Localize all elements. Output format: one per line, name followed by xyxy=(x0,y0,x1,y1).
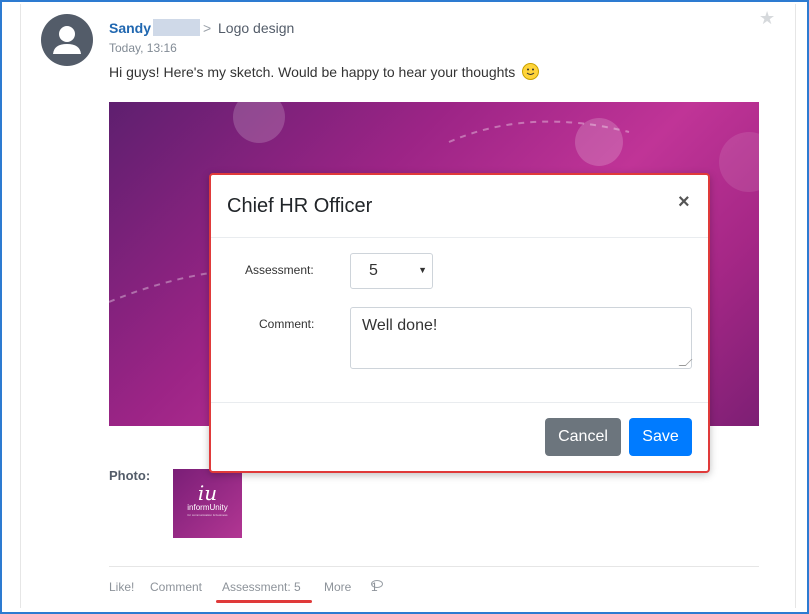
user-silhouette-icon xyxy=(53,26,81,54)
thumbnail-brand: informUnity xyxy=(187,503,228,512)
divider xyxy=(109,566,759,567)
author-name[interactable]: Sandy xyxy=(109,20,151,36)
chevron-right-icon: > xyxy=(203,20,212,36)
star-icon[interactable]: ★ xyxy=(759,8,775,29)
dialog-footer-divider xyxy=(211,402,708,403)
dialog-header-divider xyxy=(211,237,708,238)
cancel-button[interactable]: Cancel xyxy=(545,418,621,456)
post-message: Hi guys! Here's my sketch. Would be happ… xyxy=(109,63,540,80)
assessment-highlight xyxy=(216,600,312,603)
resize-handle-icon[interactable] xyxy=(678,359,693,366)
comment-link[interactable]: Comment xyxy=(150,580,202,594)
redacted-name xyxy=(153,19,200,36)
post-destination[interactable]: Logo design xyxy=(218,20,294,36)
smile-emoji-icon xyxy=(522,63,540,80)
save-button[interactable]: Save xyxy=(629,418,692,456)
assessment-select-value: 5 xyxy=(369,262,378,279)
assessment-select[interactable]: 5 ▼ xyxy=(350,253,433,289)
more-link[interactable]: More xyxy=(324,580,351,594)
dialog-title: Chief HR Officer xyxy=(227,195,373,217)
thumbnail-tagline: for communication & business xyxy=(187,513,228,517)
assessment-label: Assessment: xyxy=(245,263,314,277)
assessment-dialog: Chief HR Officer × Assessment: 5 ▼ Comme… xyxy=(209,173,710,473)
post-message-text: Hi guys! Here's my sketch. Would be happ… xyxy=(109,64,516,80)
photo-label: Photo: xyxy=(109,468,151,483)
photo-thumbnail[interactable]: iu informUnity for communication & busin… xyxy=(173,469,242,538)
comment-label: Comment: xyxy=(259,317,315,331)
comment-textarea-value: Well done! xyxy=(362,317,438,334)
post-timestamp: Today, 13:16 xyxy=(109,41,177,55)
view-count-value: 1 xyxy=(371,580,378,594)
assessment-link[interactable]: Assessment: 5 xyxy=(222,580,301,594)
close-icon[interactable]: × xyxy=(678,191,690,214)
avatar[interactable] xyxy=(41,14,93,66)
chevron-down-icon: ▼ xyxy=(418,265,427,275)
thumbnail-logo: iu xyxy=(197,481,218,505)
like-link[interactable]: Like! xyxy=(109,580,134,594)
comment-textarea[interactable]: Well done! xyxy=(350,307,693,369)
